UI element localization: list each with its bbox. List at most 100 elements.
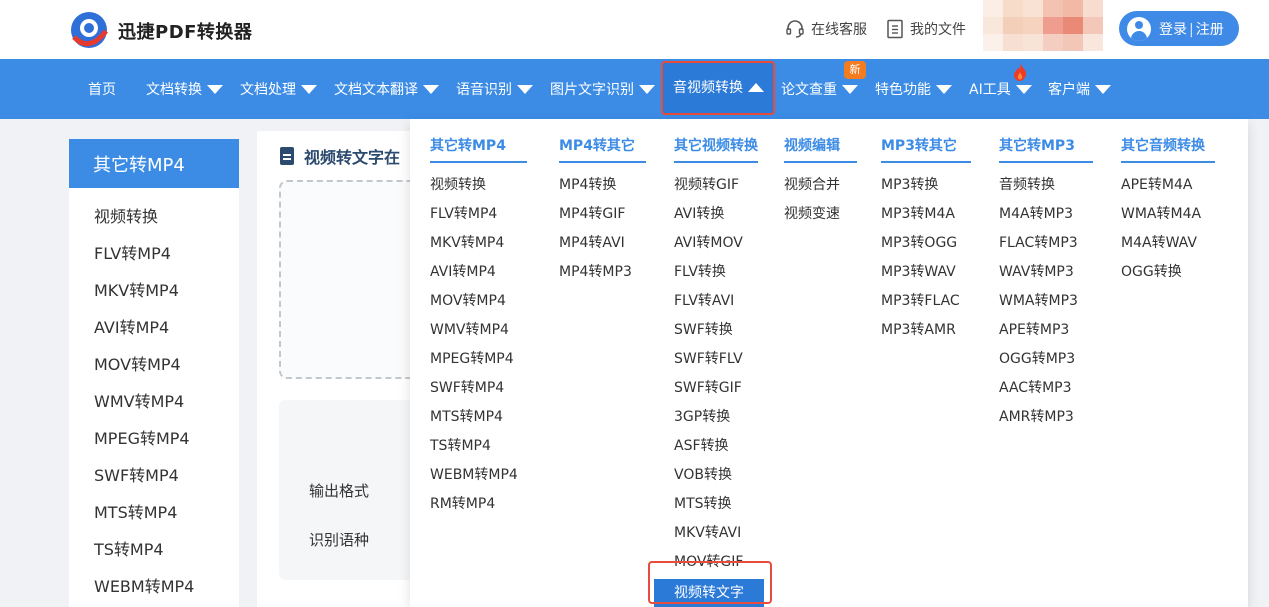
menu-column-title[interactable]: 其它视频转换 (674, 135, 758, 163)
sidebar-item[interactable]: MTS转MP4 (69, 494, 239, 531)
top-header: 迅捷PDF转换器 在线客服 我的文件 登录 | 注册 (0, 0, 1269, 59)
menu-item[interactable]: FLV转AVI (674, 287, 764, 316)
menu-item[interactable]: MKV转MP4 (430, 229, 527, 258)
nav-item-doc-convert[interactable]: 文档转换 (146, 59, 223, 119)
chevron-down-icon (842, 84, 858, 94)
menu-column-title[interactable]: 视频编辑 (784, 135, 857, 163)
sidebar-item[interactable]: AVI转MP4 (69, 309, 239, 346)
menu-item[interactable]: OGG转换 (1121, 258, 1215, 287)
file-list-icon (887, 19, 903, 39)
menu-item[interactable]: M4A转MP3 (999, 200, 1093, 229)
menu-item[interactable]: MKV转AVI (674, 519, 764, 548)
menu-column-title[interactable]: MP3转其它 (881, 135, 971, 163)
menu-column-title[interactable]: MP4转其它 (559, 135, 646, 163)
menu-item[interactable]: APE转M4A (1121, 171, 1215, 200)
menu-item[interactable]: M4A转WAV (1121, 229, 1215, 258)
menu-item[interactable]: AMR转MP3 (999, 403, 1093, 432)
menu-item[interactable]: APE转MP3 (999, 316, 1093, 345)
audio-video-dropdown-menu: 其它转MP4 视频转换 FLV转MP4 MKV转MP4 AVI转MP4 MOV转… (410, 119, 1248, 607)
menu-item[interactable]: MP3转换 (881, 171, 971, 200)
nav-item-speech-recognition[interactable]: 语音识别 (456, 59, 533, 119)
nav-item-image-ocr[interactable]: 图片文字识别 (550, 59, 655, 119)
sidebar-title[interactable]: 其它转MP4 (69, 139, 239, 188)
menu-column-title[interactable]: 其它转MP3 (999, 135, 1093, 163)
chevron-down-icon (301, 84, 317, 94)
menu-item[interactable]: TS转MP4 (430, 432, 527, 461)
sidebar-item[interactable]: MPEG转MP4 (69, 420, 239, 457)
sidebar-item[interactable]: SWF转MP4 (69, 457, 239, 494)
menu-item[interactable]: MOV转GIF (674, 548, 764, 577)
nav-item-doc-process[interactable]: 文档处理 (240, 59, 317, 119)
category-sidebar: 其它转MP4 视频转换 FLV转MP4 MKV转MP4 AVI转MP4 MOV转… (69, 139, 239, 607)
menu-item[interactable]: MP4转MP3 (559, 258, 646, 287)
menu-item[interactable]: 音频转换 (999, 171, 1093, 200)
main-nav: 首页 文档转换 文档处理 文档文本翻译 语音识别 图片文字识别 音视频转换 论文… (0, 59, 1269, 119)
sidebar-item[interactable]: TS转MP4 (69, 531, 239, 568)
menu-item[interactable]: FLAC转MP3 (999, 229, 1093, 258)
menu-item[interactable]: SWF转GIF (674, 374, 764, 403)
menu-item[interactable]: WMA转M4A (1121, 200, 1215, 229)
menu-item[interactable]: 视频转换 (430, 171, 527, 200)
online-service-link[interactable]: 在线客服 (785, 19, 867, 39)
menu-item[interactable]: AVI转MOV (674, 229, 764, 258)
sidebar-item[interactable]: WEBM转MP4 (69, 568, 239, 605)
menu-item[interactable]: MPEG转MP4 (430, 345, 527, 374)
menu-item[interactable]: MP4转AVI (559, 229, 646, 258)
menu-item[interactable]: MP3转AMR (881, 316, 971, 345)
menu-item[interactable]: MTS转换 (674, 490, 764, 519)
chevron-down-icon (1015, 84, 1032, 94)
menu-item[interactable]: ASF转换 (674, 432, 764, 461)
menu-item[interactable]: WMV转MP4 (430, 316, 527, 345)
menu-item[interactable]: WMA转MP3 (999, 287, 1093, 316)
output-format-label: 输出格式 (309, 482, 370, 500)
xunjie-logo-icon[interactable] (68, 9, 110, 51)
sidebar-item[interactable]: WMV转MP4 (69, 383, 239, 420)
menu-item[interactable]: FLV转MP4 (430, 200, 527, 229)
menu-item[interactable]: OGG转MP3 (999, 345, 1093, 374)
menu-item-video-to-text[interactable]: 视频转文字 (654, 579, 764, 607)
nav-item-home[interactable]: 首页 (88, 59, 116, 119)
nav-item-features[interactable]: 特色功能 (875, 59, 952, 119)
menu-column-video-edit: 视频编辑 视频合并 视频变速 (784, 119, 857, 229)
menu-item[interactable]: WAV转MP3 (999, 258, 1093, 287)
menu-item[interactable]: 视频合并 (784, 171, 857, 200)
sidebar-item[interactable]: MOV转MP4 (69, 346, 239, 383)
menu-item[interactable]: SWF转MP4 (430, 374, 527, 403)
file-drop-zone[interactable] (279, 180, 419, 379)
nav-item-doc-translate[interactable]: 文档文本翻译 (334, 59, 439, 119)
menu-item[interactable]: 视频转GIF (674, 171, 764, 200)
menu-item[interactable]: RM转MP4 (430, 490, 527, 519)
menu-item[interactable]: MP3转M4A (881, 200, 971, 229)
nav-item-audio-video[interactable]: 音视频转换 (663, 61, 773, 113)
menu-item[interactable]: MOV转MP4 (430, 287, 527, 316)
menu-item[interactable]: FLV转换 (674, 258, 764, 287)
menu-item[interactable]: MP3转WAV (881, 258, 971, 287)
my-files-link[interactable]: 我的文件 (886, 19, 966, 39)
headset-icon (786, 20, 804, 38)
login-label[interactable]: 登录 (1159, 22, 1187, 38)
menu-item[interactable]: AVI转换 (674, 200, 764, 229)
sidebar-item[interactable]: MKV转MP4 (69, 272, 239, 309)
sidebar-item[interactable]: 视频转换 (69, 198, 239, 235)
menu-column-title[interactable]: 其它音频转换 (1121, 135, 1215, 163)
menu-item[interactable]: MP4转GIF (559, 200, 646, 229)
menu-item[interactable]: MP3转OGG (881, 229, 971, 258)
menu-item[interactable]: SWF转FLV (674, 345, 764, 374)
menu-item[interactable]: WEBM转MP4 (430, 461, 527, 490)
menu-item[interactable]: 视频变速 (784, 200, 857, 229)
menu-item[interactable]: AVI转MP4 (430, 258, 527, 287)
menu-item[interactable]: MP3转FLAC (881, 287, 971, 316)
menu-column-title[interactable]: 其它转MP4 (430, 135, 527, 163)
register-label[interactable]: 注册 (1196, 22, 1224, 38)
menu-item[interactable]: MP4转换 (559, 171, 646, 200)
login-register-button[interactable]: 登录 | 注册 (1119, 11, 1239, 46)
sidebar-item[interactable]: FLV转MP4 (69, 235, 239, 272)
brand-name[interactable]: 迅捷PDF转换器 (118, 18, 252, 44)
menu-item[interactable]: MTS转MP4 (430, 403, 527, 432)
menu-item[interactable]: AAC转MP3 (999, 374, 1093, 403)
nav-item-client[interactable]: 客户端 (1048, 59, 1111, 119)
menu-item[interactable]: 3GP转换 (674, 403, 764, 432)
menu-item[interactable]: VOB转换 (674, 461, 764, 490)
flame-icon (1014, 63, 1027, 81)
menu-item[interactable]: SWF转换 (674, 316, 764, 345)
